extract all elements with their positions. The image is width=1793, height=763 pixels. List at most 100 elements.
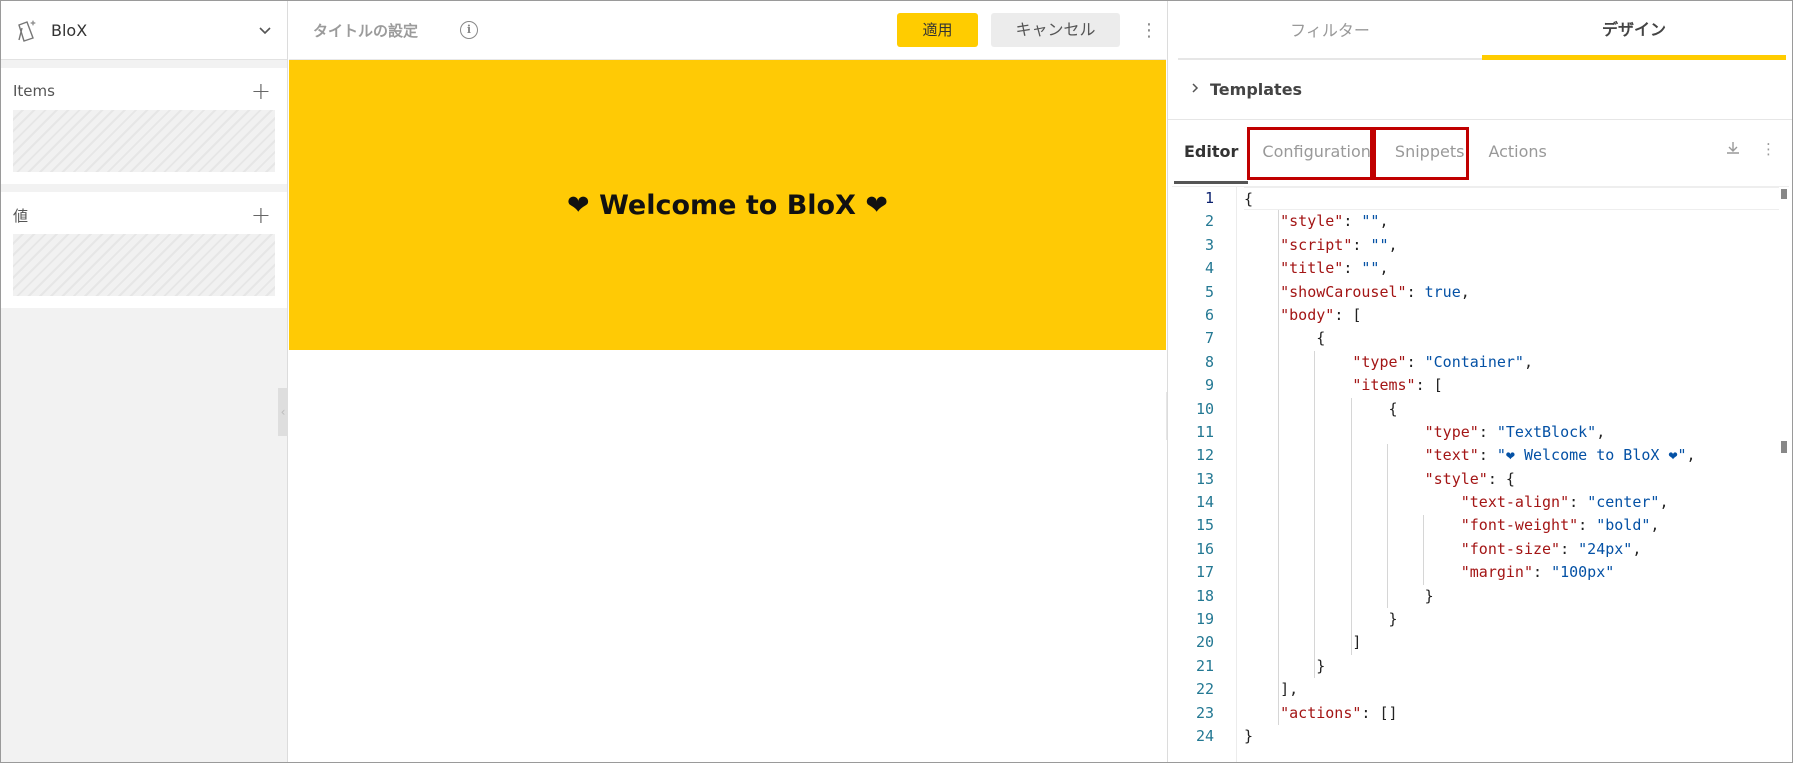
code-text: "script": "", [1280, 235, 1398, 254]
info-icon[interactable]: i [460, 21, 479, 39]
code-text: } [1244, 610, 1398, 629]
code-line[interactable]: 10 { [1172, 398, 1789, 421]
code-text: "text": "❤ Welcome to BloX ❤", [1424, 446, 1696, 465]
editor-tabs: Editor Configuration Snippets Actions ⋮ [1168, 120, 1792, 184]
code-line[interactable]: 23 "actions": [] [1172, 702, 1789, 725]
add-item-icon[interactable]: + [251, 79, 275, 103]
code-text: } [1244, 656, 1326, 675]
left-sidebar: BloX Items + 値 + [1, 1, 288, 762]
tab-filter[interactable]: フィルター [1178, 1, 1482, 58]
preview-banner: ❤ Welcome to BloX ❤ [289, 60, 1166, 350]
code-text: "title": "", [1280, 259, 1389, 278]
preview-header: タイトルの設定 i 適用 キャンセル ⋮ [289, 1, 1166, 60]
chevron-down-icon[interactable] [255, 20, 275, 40]
line-number: 22 [1195, 680, 1214, 699]
section-label: Items [13, 82, 55, 100]
line-number: 7 [1204, 329, 1214, 348]
tab-editor[interactable]: Editor [1172, 127, 1250, 184]
code-text: } [1244, 586, 1434, 605]
code-text: { [1244, 187, 1779, 211]
code-line[interactable]: 18 } [1172, 585, 1789, 608]
collapse-left-handle[interactable]: ‹ [278, 388, 288, 436]
code-line[interactable]: 15 "font-weight": "bold", [1172, 514, 1789, 537]
code-line[interactable]: 4 "title": "", [1172, 257, 1789, 280]
line-number: 15 [1195, 516, 1214, 535]
code-line[interactable]: 1{ [1172, 187, 1789, 211]
title-input[interactable]: タイトルの設定 [313, 20, 418, 41]
indent-guide [1386, 444, 1388, 609]
code-line[interactable]: 21 } [1172, 655, 1789, 678]
blox-logo-icon [13, 16, 41, 44]
code-line[interactable]: 5 "showCarousel": true, [1172, 281, 1789, 304]
code-text: ] [1244, 633, 1362, 652]
indent-guide [1314, 350, 1316, 679]
code-text: "font-size": "24px", [1460, 539, 1642, 558]
indent-guide [1423, 514, 1424, 585]
highlight-box-snippets [1373, 127, 1469, 180]
code-line[interactable]: 2 "style": "", [1172, 210, 1789, 233]
code-text: "style": { [1424, 469, 1515, 488]
line-number: 5 [1204, 282, 1214, 301]
line-number: 12 [1195, 446, 1214, 465]
code-line[interactable]: 22 ], [1172, 678, 1789, 701]
sidebar-header[interactable]: BloX [1, 1, 287, 60]
indent-guide [1278, 210, 1280, 726]
line-number: 6 [1204, 305, 1214, 324]
tab-actions[interactable]: Actions [1476, 127, 1558, 177]
indent-guide [1350, 397, 1352, 655]
line-number: 17 [1195, 563, 1214, 582]
code-line[interactable]: 24} [1172, 725, 1789, 748]
chevron-right-icon [1190, 82, 1204, 98]
tab-design[interactable]: デザイン [1482, 1, 1786, 60]
design-panel: フィルター デザイン Templates Editor Configuratio… [1167, 1, 1792, 762]
sidebar-section-items: Items + [1, 68, 287, 184]
code-line[interactable]: 20 ] [1172, 631, 1789, 654]
line-number: 16 [1195, 539, 1214, 558]
values-drop-zone[interactable] [13, 234, 275, 296]
code-editor[interactable]: 1{2 "style": "", 3 "script": "", 4 "title"… [1172, 186, 1789, 762]
scrollbar-marker[interactable] [1781, 189, 1787, 199]
code-text: "text-align": "center", [1460, 493, 1669, 512]
code-line[interactable]: 12 "text": "❤ Welcome to BloX ❤", [1172, 444, 1789, 467]
code-line[interactable]: 3 "script": "", [1172, 234, 1789, 257]
code-line[interactable]: 11 "type": "TextBlock", [1172, 421, 1789, 444]
more-options-icon[interactable]: ⋮ [1140, 20, 1158, 41]
code-line[interactable]: 16 "font-size": "24px", [1172, 538, 1789, 561]
line-number: 4 [1204, 259, 1214, 278]
code-line[interactable]: 14 "text-align": "center", [1172, 491, 1789, 514]
code-text: { [1244, 329, 1326, 348]
code-text: "body": [ [1280, 305, 1362, 324]
code-text: "items": [ [1352, 376, 1443, 395]
code-line[interactable]: 6 "body": [ [1172, 304, 1789, 327]
templates-toggle[interactable]: Templates [1168, 60, 1792, 120]
code-line[interactable]: 8 "type": "Container", [1172, 351, 1789, 374]
preview-area: タイトルの設定 i 適用 キャンセル ⋮ ❤ Welcome to BloX ❤ [289, 1, 1166, 762]
apply-button[interactable]: 適用 [897, 13, 978, 47]
code-text: "type": "TextBlock", [1424, 422, 1606, 441]
line-number: 23 [1195, 703, 1214, 722]
items-drop-zone[interactable] [13, 110, 275, 172]
code-line[interactable]: 9 "items": [ [1172, 374, 1789, 397]
code-text: "actions": [] [1280, 703, 1398, 722]
code-line[interactable]: 7 { [1172, 327, 1789, 350]
line-number: 21 [1195, 656, 1214, 675]
section-label: 値 [13, 206, 29, 225]
code-text: "showCarousel": true, [1280, 282, 1470, 301]
sidebar-title: BloX [51, 20, 88, 40]
line-number: 13 [1195, 469, 1214, 488]
code-line[interactable]: 13 "style": { [1172, 468, 1789, 491]
code-line[interactable]: 19 } [1172, 608, 1789, 631]
add-value-icon[interactable]: + [251, 203, 275, 227]
download-icon[interactable] [1725, 140, 1741, 160]
scrollbar-marker[interactable] [1781, 441, 1787, 453]
more-options-icon[interactable]: ⋮ [1761, 140, 1776, 160]
cancel-button[interactable]: キャンセル [991, 13, 1120, 47]
line-number: 19 [1195, 610, 1214, 629]
line-number: 24 [1195, 726, 1214, 745]
code-text: } [1244, 726, 1254, 745]
code-line[interactable]: 17 "margin": "100px" [1172, 561, 1789, 584]
top-tabs: フィルター デザイン [1178, 1, 1786, 60]
line-number: 10 [1195, 399, 1214, 418]
line-number: 3 [1204, 235, 1214, 254]
code-text: { [1244, 399, 1398, 418]
